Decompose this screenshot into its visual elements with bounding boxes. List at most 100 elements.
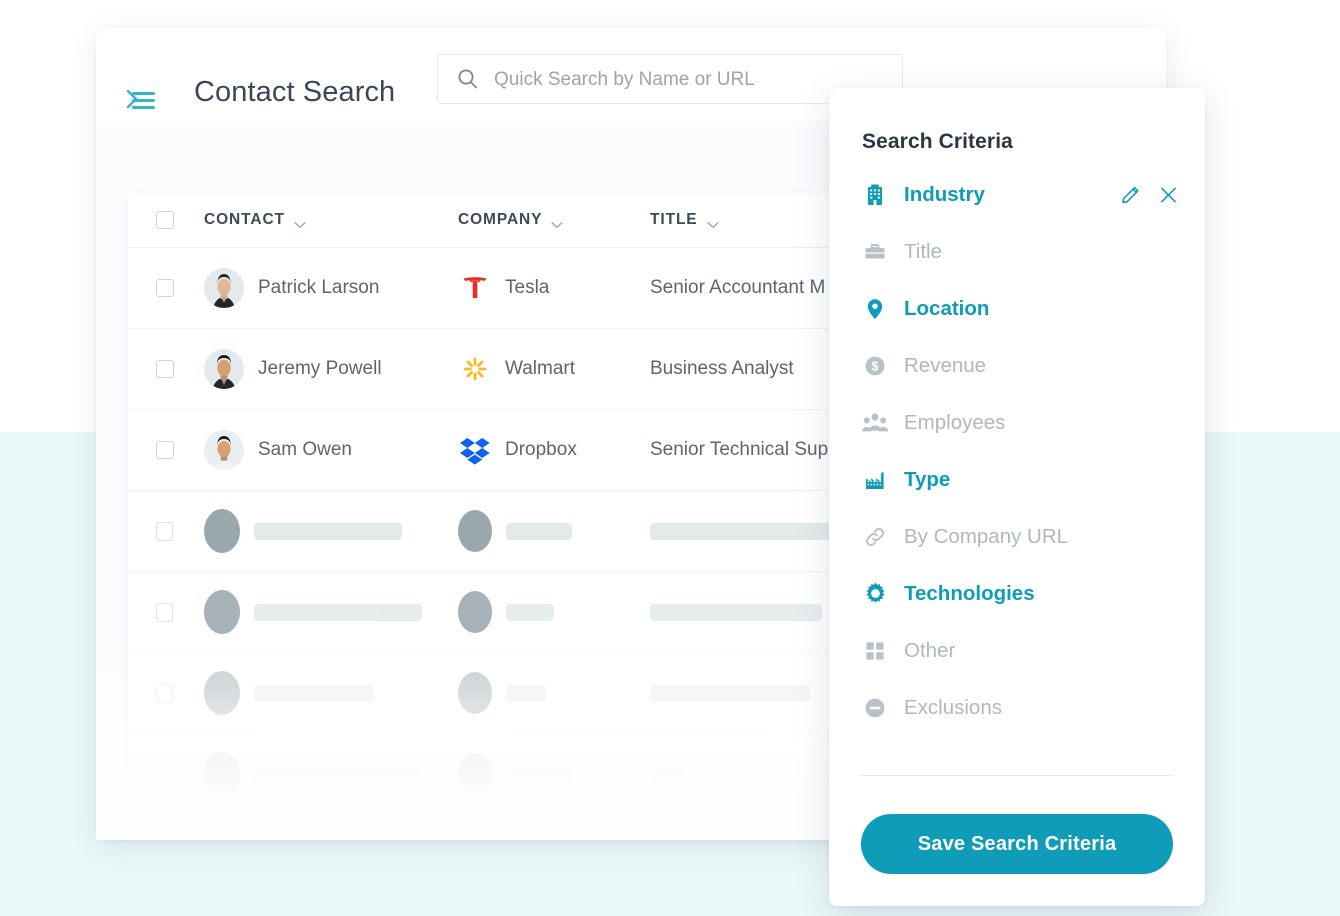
placeholder-contact-cell (204, 671, 458, 715)
contact-name: Sam Owen (258, 439, 352, 460)
placeholder-bar (650, 684, 810, 702)
panel-title: Search Criteria (862, 130, 1013, 153)
placeholder-contact-cell (204, 509, 458, 553)
row-checkbox[interactable] (156, 521, 173, 541)
criteria-item-label: Employees (904, 410, 1006, 434)
contact-name: Jeremy Powell (258, 358, 382, 379)
placeholder-company-cell (458, 753, 650, 795)
row-select-cell (144, 441, 204, 459)
people-icon (862, 410, 888, 436)
row-checkbox[interactable] (156, 764, 173, 784)
placeholder-select-cell (144, 602, 204, 622)
placeholder-select-cell (144, 521, 204, 541)
placeholder-company-cell (458, 510, 650, 552)
screen-root: Contact Search CONTACT (0, 0, 1340, 916)
column-header-title-label: TITLE (650, 211, 698, 228)
chevron-down-icon[interactable] (551, 216, 564, 228)
company-cell: Tesla (458, 271, 650, 305)
placeholder-contact-cell (204, 590, 458, 634)
placeholder-bar (254, 684, 374, 702)
link-icon (862, 524, 888, 550)
criteria-item-label: Industry (904, 182, 985, 206)
avatar (204, 349, 244, 389)
placeholder-bar (650, 522, 846, 540)
column-header-company[interactable]: COMPANY (458, 211, 650, 229)
placeholder-bar (506, 603, 554, 621)
criteria-item-label: By Company URL (904, 524, 1069, 548)
placeholder-logo (458, 591, 492, 633)
dropbox-logo (458, 433, 492, 467)
company-name: Dropbox (505, 439, 577, 460)
placeholder-company-cell (458, 672, 650, 714)
contact-title: Business Analyst (650, 358, 794, 379)
placeholder-company-cell (458, 591, 650, 633)
placeholder-avatar (204, 590, 240, 634)
pencil-icon[interactable] (1120, 184, 1141, 205)
criteria-item-label: Technologies (904, 581, 1035, 605)
save-search-criteria-button[interactable]: Save Search Criteria (861, 814, 1173, 874)
chevron-down-icon[interactable] (706, 216, 719, 228)
placeholder-select-cell (144, 683, 204, 703)
placeholder-bar (650, 603, 822, 621)
company-cell: Walmart (458, 352, 650, 386)
page-title: Contact Search (194, 76, 396, 108)
row-checkbox[interactable] (156, 602, 173, 622)
walmart-logo (458, 352, 492, 386)
placeholder-logo (458, 672, 492, 714)
placeholder-bar (506, 522, 572, 540)
select-all-cell (144, 211, 204, 229)
placeholder-avatar (204, 833, 240, 840)
placeholder-bar (506, 765, 572, 783)
criteria-item-label: Other (904, 638, 956, 662)
criteria-list: Industry Title Location $ Revenue Employees T… (829, 166, 1205, 736)
criteria-item-exclusions[interactable]: Exclusions (829, 679, 1205, 736)
row-checkbox[interactable] (156, 441, 174, 459)
placeholder-bar (254, 765, 420, 783)
close-icon[interactable] (1158, 184, 1179, 205)
map-pin-icon (862, 296, 888, 322)
column-header-contact-label: CONTACT (204, 211, 285, 228)
row-checkbox[interactable] (156, 279, 174, 297)
company-name: Tesla (505, 277, 550, 298)
criteria-item-other[interactable]: Other (829, 622, 1205, 679)
avatar (204, 430, 244, 470)
criteria-item-label: Location (904, 296, 990, 320)
search-criteria-panel: Search Criteria Industry Title Location $ R… (829, 88, 1205, 906)
criteria-item-employees[interactable]: Employees (829, 394, 1205, 451)
grid-icon (862, 638, 888, 664)
criteria-item-technologies[interactable]: Technologies (829, 565, 1205, 622)
building-icon (862, 182, 888, 208)
placeholder-bar (254, 522, 402, 540)
criteria-item-title[interactable]: Title (829, 223, 1205, 280)
company-name: Walmart (505, 358, 576, 379)
criteria-item-industry[interactable]: Industry (829, 166, 1205, 223)
row-select-cell (144, 360, 204, 378)
panel-divider (860, 775, 1174, 776)
criteria-item-by-company-url[interactable]: By Company URL (829, 508, 1205, 565)
criteria-item-type[interactable]: Type (829, 451, 1205, 508)
svg-text:$: $ (872, 359, 879, 373)
chevron-down-icon[interactable] (294, 216, 306, 228)
column-header-contact[interactable]: CONTACT (204, 211, 458, 229)
criteria-item-label: Revenue (904, 353, 987, 377)
chevron-right-icon[interactable] (124, 86, 142, 112)
criteria-item-revenue[interactable]: $ Revenue (829, 337, 1205, 394)
contact-cell: Jeremy Powell (204, 349, 458, 389)
factory-icon (862, 467, 888, 493)
placeholder-company-cell (458, 834, 650, 840)
placeholder-avatar (204, 671, 240, 715)
select-all-checkbox[interactable] (156, 211, 174, 229)
placeholder-logo (458, 753, 492, 795)
contact-title: Senior Technical Sup (650, 439, 829, 460)
row-checkbox[interactable] (156, 683, 173, 703)
placeholder-select-cell (144, 764, 204, 784)
tesla-logo (458, 271, 492, 305)
company-cell: Dropbox (458, 433, 650, 467)
criteria-item-location[interactable]: Location (829, 280, 1205, 337)
row-checkbox[interactable] (156, 360, 174, 378)
placeholder-bar (254, 603, 422, 621)
minus-circle-icon (862, 695, 888, 721)
criteria-item-label: Title (904, 239, 942, 263)
criteria-item-label: Exclusions (904, 695, 1002, 719)
criteria-row-actions (1120, 184, 1179, 205)
